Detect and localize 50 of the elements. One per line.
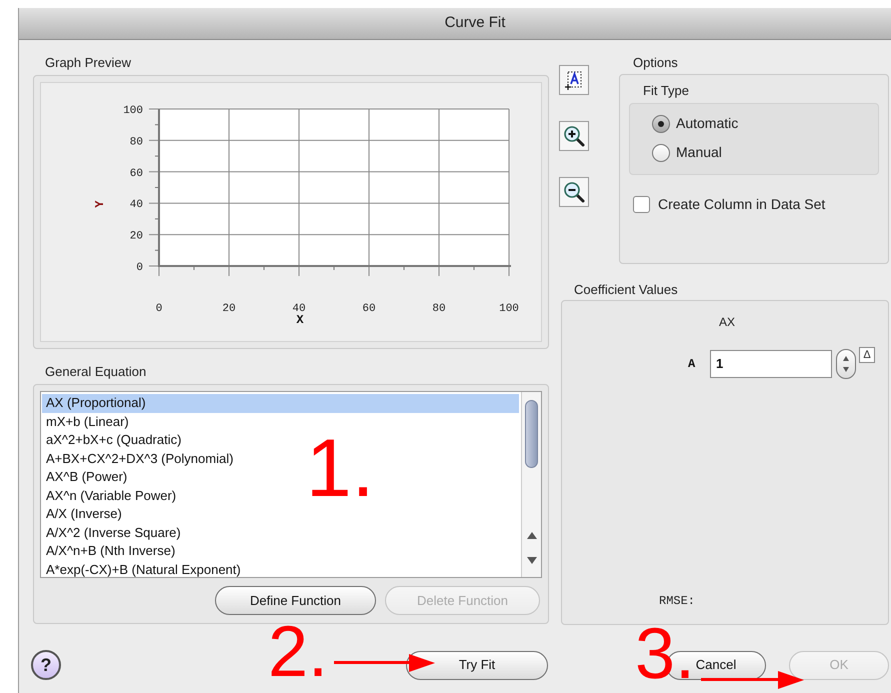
list-item[interactable]: AX (Proportional) [42,394,519,412]
section-label: Graph Preview [45,55,132,71]
coefficient-field[interactable]: 1 [710,350,832,378]
radio-button[interactable] [652,114,670,132]
radio-label: Automatic [676,114,738,133]
section-label: Options [633,55,679,71]
coefficient-name: A [688,356,696,373]
window-title: Curve Fit [444,13,506,34]
x-axis-label: X [296,313,304,327]
scroll-down-icon[interactable] [527,557,537,564]
list-item[interactable]: A*exp(-CX)+B (Natural Exponent) [42,560,519,577]
button[interactable]: Try Fit [406,650,548,680]
equation-text: AX [718,314,735,331]
section-label: General Equation [45,364,148,380]
zoom-in-icon [562,124,586,148]
scroll-up-icon[interactable] [527,532,537,539]
help-button[interactable]: ? [31,650,61,680]
x-tick-label: 80 [432,303,446,315]
stepper[interactable] [836,349,856,379]
list-item[interactable]: mX+b (Linear) [42,412,519,431]
radio-button[interactable] [652,144,670,162]
x-tick-label: 20 [222,303,236,315]
section-label: Coefficient Values [574,282,679,298]
checkbox[interactable] [633,196,650,213]
scroll-thumb[interactable] [525,400,538,468]
button[interactable]: Define Function [215,586,376,615]
zoom-out-icon [562,180,586,204]
x-tick-label: 100 [499,303,519,315]
y-tick-label: 100 [123,105,143,117]
tool-button[interactable] [559,177,589,207]
x-tick-label: 40 [292,303,306,315]
tool-button[interactable] [559,121,589,151]
y-axis-label: Y [93,200,107,208]
rmse-label: RMSE: [659,593,696,610]
y-tick-label: 40 [130,199,143,212]
section-label: Fit Type [643,83,690,99]
radio-label: Manual [676,143,722,162]
y-tick-label: 0 [136,262,143,274]
delta-button[interactable]: Δ [859,347,875,363]
checkbox-label: Create Column in Data Set [658,195,826,214]
y-tick-label: 20 [130,230,143,243]
list-item[interactable]: A/X^2 (Inverse Square) [42,524,519,542]
step-number: 2. [268,616,328,688]
scrollbar[interactable] [521,392,541,577]
tool-button[interactable] [559,65,589,95]
x-tick-label: 60 [362,303,376,315]
y-tick-label: 60 [130,168,143,180]
list-item[interactable]: A/X^n+B (Nth Inverse) [42,542,519,560]
x-tick-label: 0 [156,303,162,315]
y-tick-label: 80 [130,136,143,148]
